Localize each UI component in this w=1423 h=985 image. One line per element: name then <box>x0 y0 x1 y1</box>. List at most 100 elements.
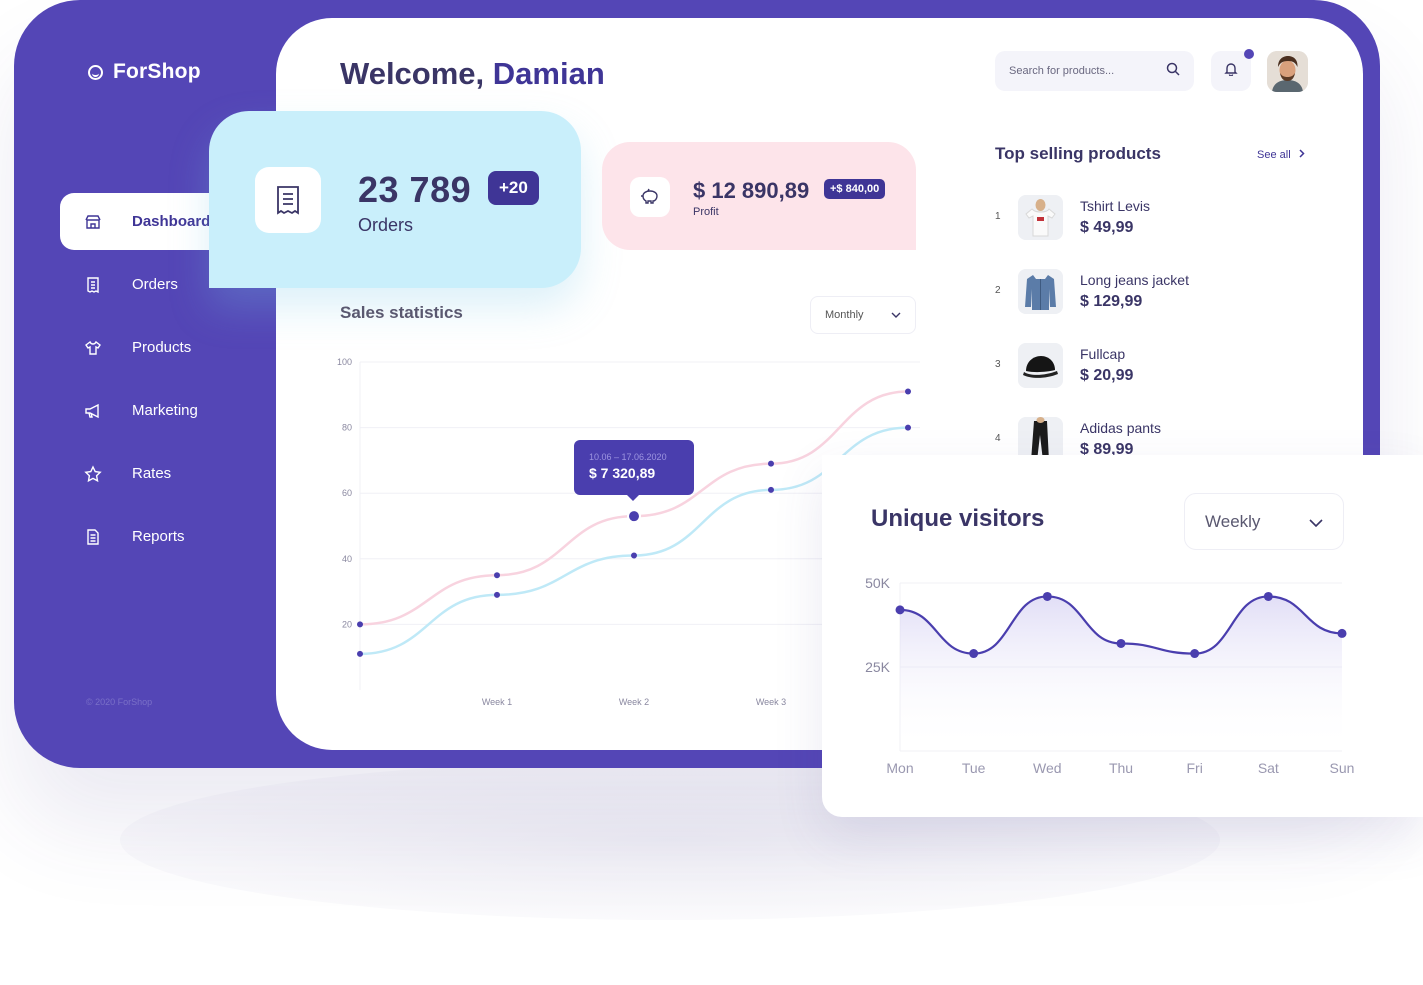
smile-logo-icon <box>88 64 103 80</box>
tshirt-thumbnail <box>1018 195 1063 240</box>
y-tick-label: 80 <box>342 423 352 433</box>
orders-label: Orders <box>358 215 414 235</box>
profit-label: Profit <box>693 206 719 218</box>
user-name: Damian <box>492 56 605 91</box>
profit-card[interactable]: $ 12 890,89 +$ 840,00 Profit <box>602 142 916 250</box>
jacket-thumbnail <box>1018 269 1063 314</box>
product-name: Tshirt Levis <box>1080 198 1151 214</box>
product-price: $ 89,99 <box>1080 441 1134 455</box>
selected-period: Monthly <box>825 309 864 321</box>
top-products-title: Top selling products <box>995 144 1161 163</box>
brand[interactable]: ForShop <box>88 60 201 84</box>
receipt-icon <box>84 276 102 294</box>
list-item[interactable]: 2 Long jeans jacket $ 129,99 <box>995 266 1315 316</box>
data-point <box>969 649 979 659</box>
y-tick-label: 50K <box>865 575 891 591</box>
notification-badge <box>1244 49 1254 59</box>
data-point <box>494 572 500 579</box>
y-tick-label: 40 <box>342 554 352 564</box>
visitors-chart: 25K 50K Mon Tue Wed Thu Fri Sat Sun <box>865 575 1355 776</box>
selected-period: Weekly <box>1205 511 1261 531</box>
product-price: $ 49,99 <box>1080 219 1134 236</box>
list-item[interactable]: 3 Fullcap $ 20,99 <box>995 340 1315 390</box>
x-tick-label: Week 2 <box>619 697 649 707</box>
sidebar-item-label: Reports <box>132 528 185 545</box>
data-point <box>895 605 905 615</box>
see-all-link[interactable]: See all <box>1257 149 1305 161</box>
x-tick-label: Wed <box>1033 760 1062 776</box>
profit-value: $ 12 890,89 <box>693 178 810 203</box>
sidebar-item-label: Products <box>132 339 192 356</box>
sales-period-select[interactable]: Monthly <box>810 296 916 334</box>
data-point <box>627 509 641 524</box>
orders-card[interactable]: 23 789 +20 Orders <box>209 111 581 288</box>
product-price: $ 20,99 <box>1080 367 1134 384</box>
sidebar-item-label: Dashboard <box>132 213 211 230</box>
tooltip-value: $ 7 320,89 <box>589 465 656 481</box>
x-tick-label: Sat <box>1258 760 1279 776</box>
profit-delta-badge: +$ 840,00 <box>824 179 886 199</box>
visitors-title: Unique visitors <box>871 505 1045 532</box>
top-products-list: 1 Tshirt Levis $ 49,99 2 Long jeans jack… <box>990 180 1320 455</box>
data-point <box>1337 628 1347 638</box>
receipt-icon <box>255 167 321 233</box>
sidebar-item-reports[interactable]: Reports <box>60 508 280 565</box>
visitors-period-select[interactable]: Weekly <box>1184 493 1344 550</box>
star-icon <box>84 464 102 483</box>
data-point <box>768 460 774 467</box>
y-tick-label: 20 <box>342 619 352 629</box>
data-point <box>1190 649 1200 659</box>
x-tick-label: Mon <box>886 760 913 776</box>
search-box <box>995 51 1194 91</box>
data-point <box>905 424 911 431</box>
data-point <box>357 650 363 657</box>
sidebar-item-products[interactable]: Products <box>60 319 280 376</box>
data-point <box>357 621 363 628</box>
page-title: Welcome, Damian <box>340 56 605 91</box>
x-tick-label: Sun <box>1330 760 1355 776</box>
unique-visitors-card: Unique visitors Weekly 25K 50K Mon Tue Wed Th… <box>822 455 1423 817</box>
data-point <box>494 591 500 598</box>
data-point <box>1042 591 1052 601</box>
sidebar-item-label: Rates <box>132 465 172 482</box>
store-icon <box>84 213 102 231</box>
x-tick-label: Fri <box>1187 760 1203 776</box>
search-input[interactable] <box>1009 65 1166 77</box>
y-tick-label: 100 <box>337 357 352 367</box>
orders-delta-badge: +20 <box>488 171 539 205</box>
data-point <box>1116 638 1126 648</box>
sidebar-item-label: Orders <box>132 276 178 293</box>
x-tick-label: Thu <box>1109 760 1133 776</box>
tshirt-icon <box>84 339 102 357</box>
sidebar-item-label: Marketing <box>132 402 198 419</box>
brand-name: ForShop <box>113 60 201 83</box>
product-name: Adidas pants <box>1080 420 1161 436</box>
data-point <box>631 552 637 559</box>
pants-thumbnail <box>1018 417 1063 455</box>
list-item[interactable]: 1 Tshirt Levis $ 49,99 <box>995 192 1315 242</box>
product-price: $ 129,99 <box>1080 293 1143 310</box>
chevron-down-icon <box>891 309 901 321</box>
y-tick-label: 60 <box>342 488 352 498</box>
x-tick-label: Tue <box>962 760 986 776</box>
copyright: © 2020 ForShop <box>86 697 153 707</box>
data-point <box>905 388 911 395</box>
data-point <box>1263 591 1273 601</box>
search-icon[interactable] <box>1166 62 1180 81</box>
avatar[interactable] <box>1267 51 1308 92</box>
chevron-right-icon <box>1299 149 1305 161</box>
product-name: Fullcap <box>1080 346 1126 362</box>
product-name: Long jeans jacket <box>1080 272 1189 288</box>
area-fill <box>900 596 1342 751</box>
piggy-bank-icon <box>630 177 670 217</box>
y-tick-label: 25K <box>865 659 891 675</box>
sidebar-item-rates[interactable]: Rates <box>60 445 280 502</box>
bell-icon <box>1224 62 1238 81</box>
list-item[interactable]: 4 Adidas pants $ 89,99 <box>995 414 1315 455</box>
data-point <box>768 486 774 493</box>
megaphone-icon <box>84 402 102 420</box>
sales-statistics-title: Sales statistics <box>340 303 463 322</box>
chevron-down-icon <box>1309 512 1323 532</box>
sales-tooltip: 10.06 – 17.06.2020 $ 7 320,89 <box>574 440 694 501</box>
sidebar-item-marketing[interactable]: Marketing <box>60 382 280 439</box>
